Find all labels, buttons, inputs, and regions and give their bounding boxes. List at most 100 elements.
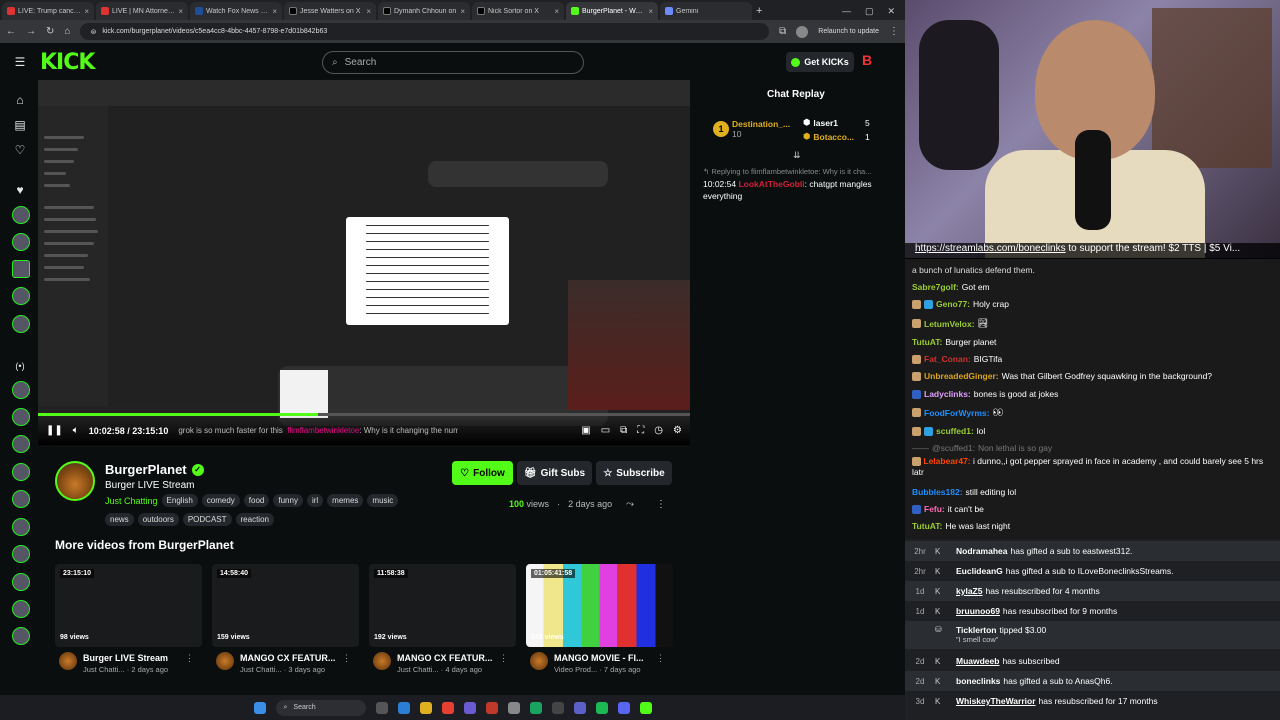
url-field[interactable]: ⊜ kick.com/burgerplanet/videos/c5ea4cc8-4… — [80, 23, 770, 40]
live-channel-avatar[interactable] — [12, 408, 30, 426]
app-icon[interactable] — [463, 701, 476, 714]
app-icon[interactable] — [551, 701, 564, 714]
search-input[interactable]: ⌕ Search — [322, 51, 584, 74]
get-kicks-button[interactable]: Get KICKs — [786, 52, 854, 72]
browser-menu-icon[interactable]: ⋮ — [889, 26, 899, 37]
channel-avatar[interactable] — [216, 652, 234, 670]
tag[interactable]: comedy — [201, 494, 240, 507]
followed-channel-avatar[interactable] — [12, 206, 30, 224]
reload-icon[interactable]: ↻ — [46, 26, 54, 37]
video-title[interactable]: MANGO CX FEATUR... — [240, 653, 346, 663]
tag[interactable]: PODCAST — [182, 513, 232, 526]
back-icon[interactable]: ← — [6, 26, 16, 37]
video-thumbnail[interactable]: 01:05:41:58 243 views — [526, 564, 673, 647]
pip-icon[interactable]: ⧉ — [620, 425, 627, 436]
more-options-icon[interactable]: ⋮ — [185, 653, 194, 664]
close-icon[interactable]: × — [366, 7, 371, 16]
minimize-icon[interactable]: — — [842, 6, 851, 16]
task-view-icon[interactable] — [375, 701, 388, 714]
close-icon[interactable]: × — [648, 7, 653, 16]
browser-tab[interactable]: Watch Fox News Chan× — [190, 2, 282, 20]
video-title[interactable]: MANGO MOVIE - FI... — [554, 653, 660, 663]
live-channel-avatar[interactable] — [12, 573, 30, 591]
browser-tab-active[interactable]: BurgerPlanet - Watch × — [566, 2, 658, 20]
close-icon[interactable]: × — [554, 7, 559, 16]
user-profile-icon[interactable]: B — [862, 52, 878, 72]
follow-button[interactable]: ♡ Follow — [452, 461, 513, 485]
live-channel-avatar[interactable] — [12, 490, 30, 508]
live-channel-avatar[interactable] — [12, 435, 30, 453]
browser-tab[interactable]: Gemini — [660, 2, 752, 20]
windows-start-icon[interactable] — [253, 701, 266, 714]
channel-avatar[interactable] — [55, 461, 95, 501]
tag[interactable]: music — [367, 494, 399, 507]
app-icon[interactable] — [573, 701, 586, 714]
kick-app-icon[interactable] — [639, 701, 652, 714]
fullscreen-icon[interactable]: ⛶ — [637, 425, 644, 436]
tag[interactable]: outdoors — [137, 513, 179, 526]
tag[interactable]: funny — [273, 494, 303, 507]
subscribe-button[interactable]: ☆ Subscribe — [596, 461, 672, 485]
clip-icon[interactable]: ▣ — [581, 425, 590, 436]
browser-tab[interactable]: Dymanh Chhoun on × — [378, 2, 470, 20]
channel-avatar[interactable] — [373, 652, 391, 670]
new-tab-button[interactable]: + — [756, 2, 762, 20]
live-channel-avatar[interactable] — [12, 600, 30, 618]
discord-icon[interactable] — [617, 701, 630, 714]
tag[interactable]: irl — [306, 494, 324, 507]
kick-logo[interactable]: KICK — [40, 50, 95, 75]
home-icon[interactable]: ⌂ — [64, 26, 70, 37]
close-icon[interactable]: × — [460, 7, 465, 16]
app-icon[interactable] — [485, 701, 498, 714]
browser-tab[interactable]: LIVE | MN Attorney Gene× — [96, 2, 188, 20]
file-explorer-icon[interactable] — [419, 701, 432, 714]
followed-channel-avatar[interactable] — [12, 233, 30, 251]
theater-mode-icon[interactable]: ▭ — [601, 425, 610, 436]
app-icon[interactable] — [507, 701, 520, 714]
live-channel-avatar[interactable] — [12, 627, 30, 645]
pause-icon[interactable]: ❚❚ — [46, 425, 63, 436]
more-options-icon[interactable]: ⋮ — [656, 653, 665, 664]
relaunch-button[interactable]: Relaunch to update — [818, 28, 879, 35]
tag[interactable]: English — [161, 494, 198, 507]
maximize-icon[interactable]: ▢ — [865, 6, 874, 17]
video-title[interactable]: Burger LIVE Stream — [83, 653, 189, 663]
browser-tab[interactable]: Jesse Watters on X × — [284, 2, 376, 20]
live-channel-avatar[interactable] — [12, 545, 30, 563]
followed-channel-avatar[interactable] — [12, 315, 30, 333]
more-options-icon[interactable]: ⋮ — [499, 653, 508, 664]
edge-icon[interactable] — [397, 701, 410, 714]
home-nav-icon[interactable]: ⌂ — [10, 90, 30, 110]
close-window-icon[interactable]: ✕ — [887, 6, 895, 17]
tag[interactable]: news — [105, 513, 134, 526]
spotify-icon[interactable] — [595, 701, 608, 714]
speed-icon[interactable]: ◷ — [654, 425, 663, 436]
browser-tab[interactable]: Nick Sortor on X × — [472, 2, 564, 20]
site-info-icon[interactable]: ⊜ — [90, 28, 96, 36]
extensions-icon[interactable]: ⧉ — [779, 26, 786, 37]
channel-name[interactable]: BurgerPlanet ✓ — [105, 462, 204, 477]
video-player[interactable]: ❚❚ 🔈︎ 10:02:58 / 23:15:10 grok is so muc… — [38, 80, 690, 445]
share-icon[interactable]: ⤳ — [626, 499, 634, 510]
channel-avatar[interactable] — [59, 652, 77, 670]
video-thumbnail[interactable]: 23:15:10 98 views — [55, 564, 202, 647]
following-heart-icon[interactable]: ♥ — [10, 180, 30, 200]
close-icon[interactable]: × — [178, 7, 183, 16]
more-options-icon[interactable]: ⋮ — [342, 653, 351, 664]
expand-leaderboard-icon[interactable]: ⇊ — [793, 150, 801, 161]
channel-avatar[interactable] — [530, 652, 548, 670]
profile-avatar[interactable] — [796, 25, 809, 38]
tag[interactable]: food — [243, 494, 270, 507]
video-thumbnail[interactable]: 14:58:40 159 views — [212, 564, 359, 647]
app-icon[interactable] — [529, 701, 542, 714]
followed-channel-avatar[interactable] — [12, 287, 30, 305]
more-options-icon[interactable]: ⋮ — [656, 499, 666, 510]
tag[interactable]: reaction — [235, 513, 274, 526]
followed-channel-avatar[interactable] — [12, 260, 30, 278]
live-channel-avatar[interactable] — [12, 381, 30, 399]
tag[interactable]: memes — [327, 494, 364, 507]
browser-tab[interactable]: LIVE: Trump cancels strike× — [2, 2, 94, 20]
browse-nav-icon[interactable]: ▤ — [10, 115, 30, 135]
close-icon[interactable]: × — [272, 7, 277, 16]
video-thumbnail[interactable]: 11:58:38 192 views — [369, 564, 516, 647]
